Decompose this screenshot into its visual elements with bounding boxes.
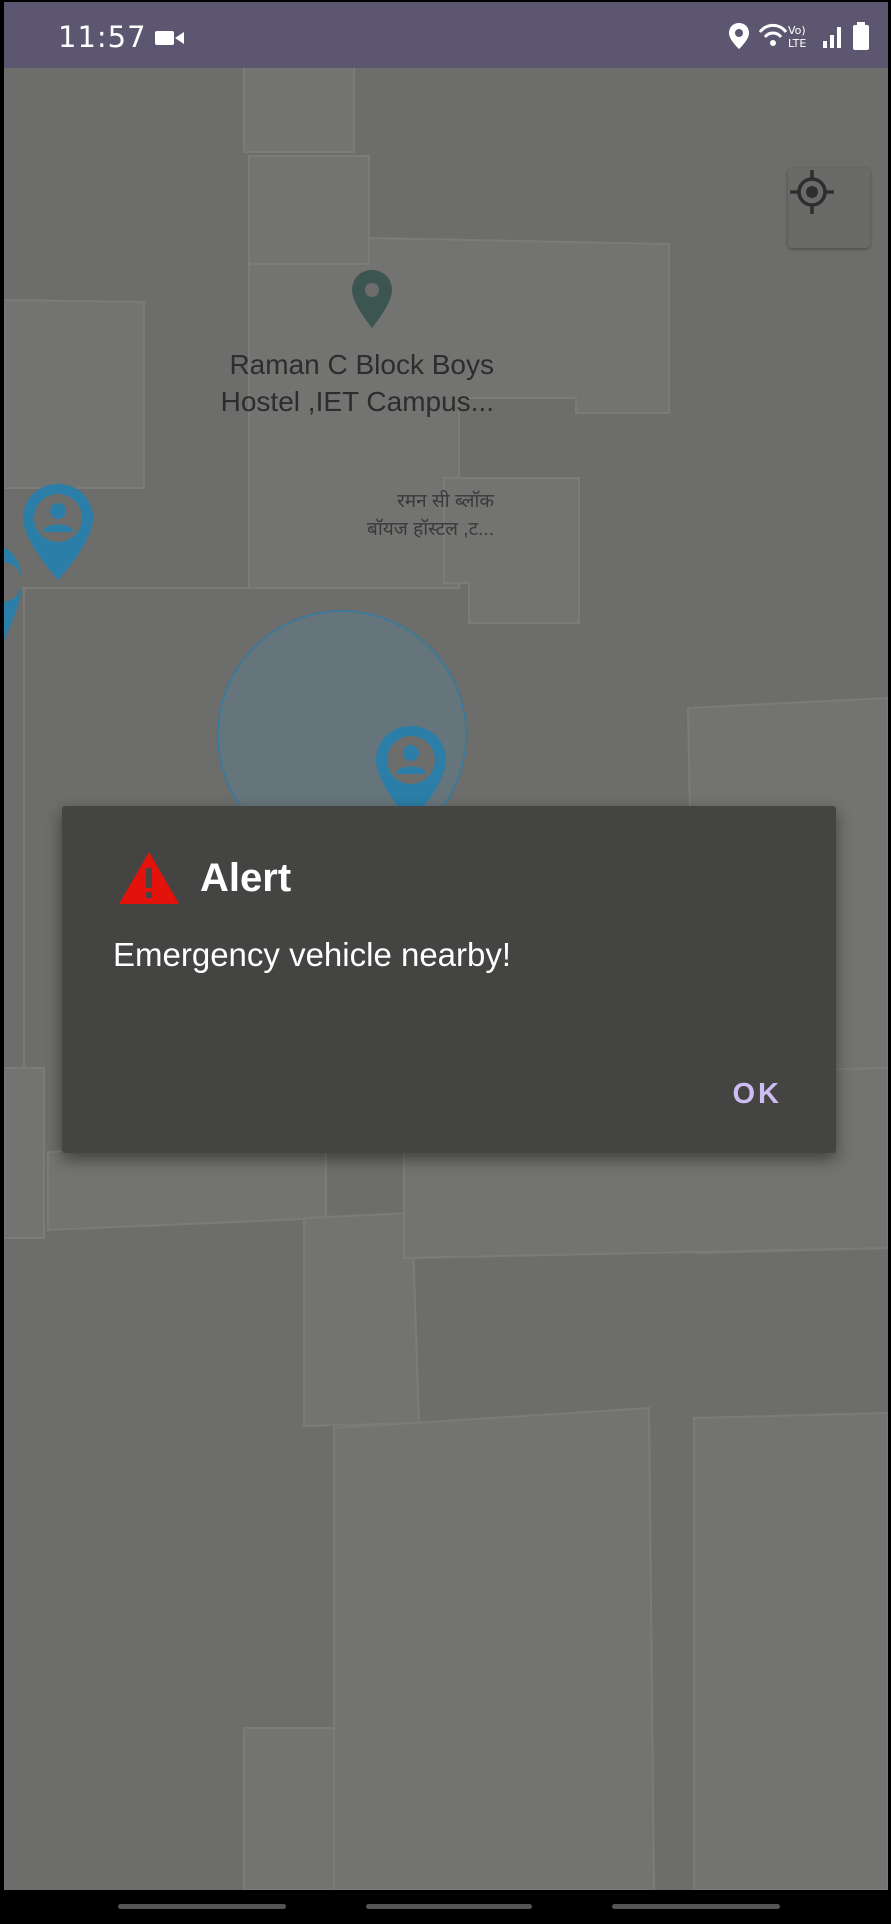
place-name-line1: Raman C Block Boys xyxy=(229,349,494,380)
place-pin-icon[interactable] xyxy=(348,268,396,332)
dialog-message: Emergency vehicle nearby! xyxy=(113,936,512,973)
dialog-title: Alert xyxy=(200,856,292,900)
navigation-bar xyxy=(0,1890,891,1924)
my-location-icon xyxy=(790,170,834,214)
alert-dialog: Alert Emergency vehicle nearby! OK xyxy=(62,806,836,1153)
nav-home-indicator[interactable] xyxy=(366,1904,532,1909)
place-name-line2: Hostel ,IET Campus... xyxy=(220,386,494,417)
place-name-hi-line1: रमन सी ब्लॉक xyxy=(397,491,494,512)
place-label-en: Raman C Block Boys Hostel ,IET Campus... xyxy=(184,346,494,420)
wifi-calling-icon: Vo) LTE xyxy=(758,23,806,50)
person-marker-edge-icon[interactable] xyxy=(4,544,22,648)
signal-icon xyxy=(823,27,841,48)
location-icon xyxy=(729,23,749,49)
ok-button[interactable]: OK xyxy=(733,1078,783,1111)
status-time: 11:57 xyxy=(58,20,147,54)
place-label-hi: रमन सी ब्लॉक बॉयज हॉस्टल ,ट... xyxy=(304,488,494,544)
nav-recent-indicator[interactable] xyxy=(118,1904,286,1909)
video-camera-icon xyxy=(155,31,184,45)
svg-text:LTE: LTE xyxy=(788,37,806,50)
place-name-hi-line2: बॉयज हॉस्टल ,ट... xyxy=(367,519,494,540)
svg-text:Vo): Vo) xyxy=(788,24,806,37)
nav-back-indicator[interactable] xyxy=(612,1904,780,1909)
status-bar: 11:57 Vo) LTE xyxy=(4,2,888,68)
battery-icon xyxy=(853,22,869,50)
warning-triangle-icon xyxy=(119,852,179,904)
person-marker-icon[interactable] xyxy=(18,480,98,584)
my-location-button[interactable] xyxy=(788,168,870,248)
app-screen: 11:57 Vo) LTE Raman C Block Boys Hostel … xyxy=(0,0,891,1924)
